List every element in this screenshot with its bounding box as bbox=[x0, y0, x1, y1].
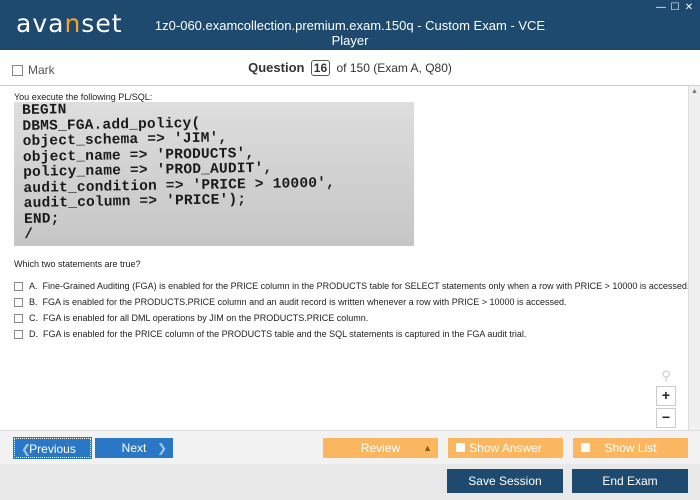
title-bar: avanset 1z0-060.examcollection.premium.e… bbox=[0, 0, 700, 50]
option-c-checkbox[interactable] bbox=[14, 313, 23, 323]
navigation-bar: ❮ Previous Next ❯ Review ▲ Show Answer S… bbox=[0, 430, 700, 464]
option-letter: A. bbox=[29, 281, 38, 291]
question-label: Question bbox=[248, 60, 305, 75]
code-image: BEGIN DBMS_FGA.add_policy( object_schema… bbox=[14, 102, 414, 246]
minimize-icon[interactable]: — bbox=[656, 3, 666, 13]
question-indicator: Question 16 of 150 (Exam A, Q80) bbox=[0, 60, 700, 76]
show-answer-button[interactable]: Show Answer bbox=[448, 438, 563, 458]
option-letter: B. bbox=[29, 297, 38, 307]
footer-bar: Save Session End Exam bbox=[0, 464, 700, 500]
question-intro: You execute the following PL/SQL: bbox=[14, 92, 153, 102]
question-prompt: Which two statements are true? bbox=[14, 259, 141, 269]
option-b-checkbox[interactable] bbox=[14, 297, 23, 307]
show-list-checkbox[interactable] bbox=[581, 443, 590, 452]
option-d-checkbox[interactable] bbox=[14, 329, 23, 339]
show-list-button[interactable]: Show List bbox=[573, 438, 688, 458]
option-a-checkbox[interactable] bbox=[14, 281, 23, 291]
option-d[interactable]: D. FGA is enabled for the PRICE column o… bbox=[14, 326, 689, 342]
previous-button[interactable]: ❮ Previous bbox=[13, 437, 92, 459]
option-text: Fine-Grained Auditing (FGA) is enabled f… bbox=[42, 281, 690, 291]
review-label: Review bbox=[360, 441, 401, 455]
show-list-label: Show List bbox=[604, 441, 657, 455]
option-b[interactable]: B. FGA is enabled for the PRODUCTS.PRICE… bbox=[14, 294, 689, 310]
next-label: Next bbox=[121, 441, 147, 455]
show-answer-label: Show Answer bbox=[469, 441, 542, 455]
app-logo: avanset bbox=[16, 9, 123, 38]
show-answer-checkbox[interactable] bbox=[456, 443, 465, 452]
chevron-right-icon: ❯ bbox=[156, 441, 167, 455]
save-session-button[interactable]: Save Session bbox=[447, 469, 563, 493]
question-count: of 150 (Exam A, Q80) bbox=[336, 61, 452, 75]
answer-options: A. Fine-Grained Auditing (FGA) is enable… bbox=[14, 278, 689, 342]
chevron-left-icon: ❮ bbox=[21, 442, 32, 456]
question-header: Mark Question 16 of 150 (Exam A, Q80) bbox=[0, 50, 700, 86]
question-number-input[interactable]: 16 bbox=[310, 60, 331, 76]
window-title: 1z0-060.examcollection.premium.exam.150q… bbox=[154, 18, 546, 48]
option-text: FGA is enabled for the PRICE column of t… bbox=[43, 329, 527, 339]
zoom-out-button[interactable]: − bbox=[656, 408, 676, 428]
close-icon[interactable]: ✕ bbox=[684, 3, 694, 13]
option-c[interactable]: C. FGA is enabled for all DML operations… bbox=[14, 310, 689, 326]
zoom-controls: ⚲ + − bbox=[656, 368, 676, 428]
code-text: BEGIN DBMS_FGA.add_policy( object_schema… bbox=[21, 102, 336, 243]
magnifier-icon: ⚲ bbox=[661, 368, 671, 383]
question-content: You execute the following PL/SQL: BEGIN … bbox=[0, 86, 700, 430]
option-text: FGA is enabled for the PRODUCTS.PRICE co… bbox=[42, 297, 567, 307]
option-a[interactable]: A. Fine-Grained Auditing (FGA) is enable… bbox=[14, 278, 689, 294]
scroll-up-icon[interactable]: ▲ bbox=[691, 88, 698, 95]
content-scrollbar[interactable]: ▲ bbox=[688, 86, 700, 430]
option-text: FGA is enabled for all DML operations by… bbox=[43, 313, 369, 323]
previous-label: Previous bbox=[29, 442, 76, 456]
maximize-icon[interactable]: ☐ bbox=[670, 3, 680, 13]
triangle-up-icon: ▲ bbox=[423, 443, 432, 453]
review-button[interactable]: Review ▲ bbox=[323, 438, 438, 458]
option-letter: C. bbox=[29, 313, 38, 323]
end-exam-button[interactable]: End Exam bbox=[572, 469, 688, 493]
option-letter: D. bbox=[29, 329, 38, 339]
window-controls: — ☐ ✕ bbox=[656, 3, 694, 13]
zoom-in-button[interactable]: + bbox=[656, 386, 676, 406]
next-button[interactable]: Next ❯ bbox=[95, 438, 173, 458]
